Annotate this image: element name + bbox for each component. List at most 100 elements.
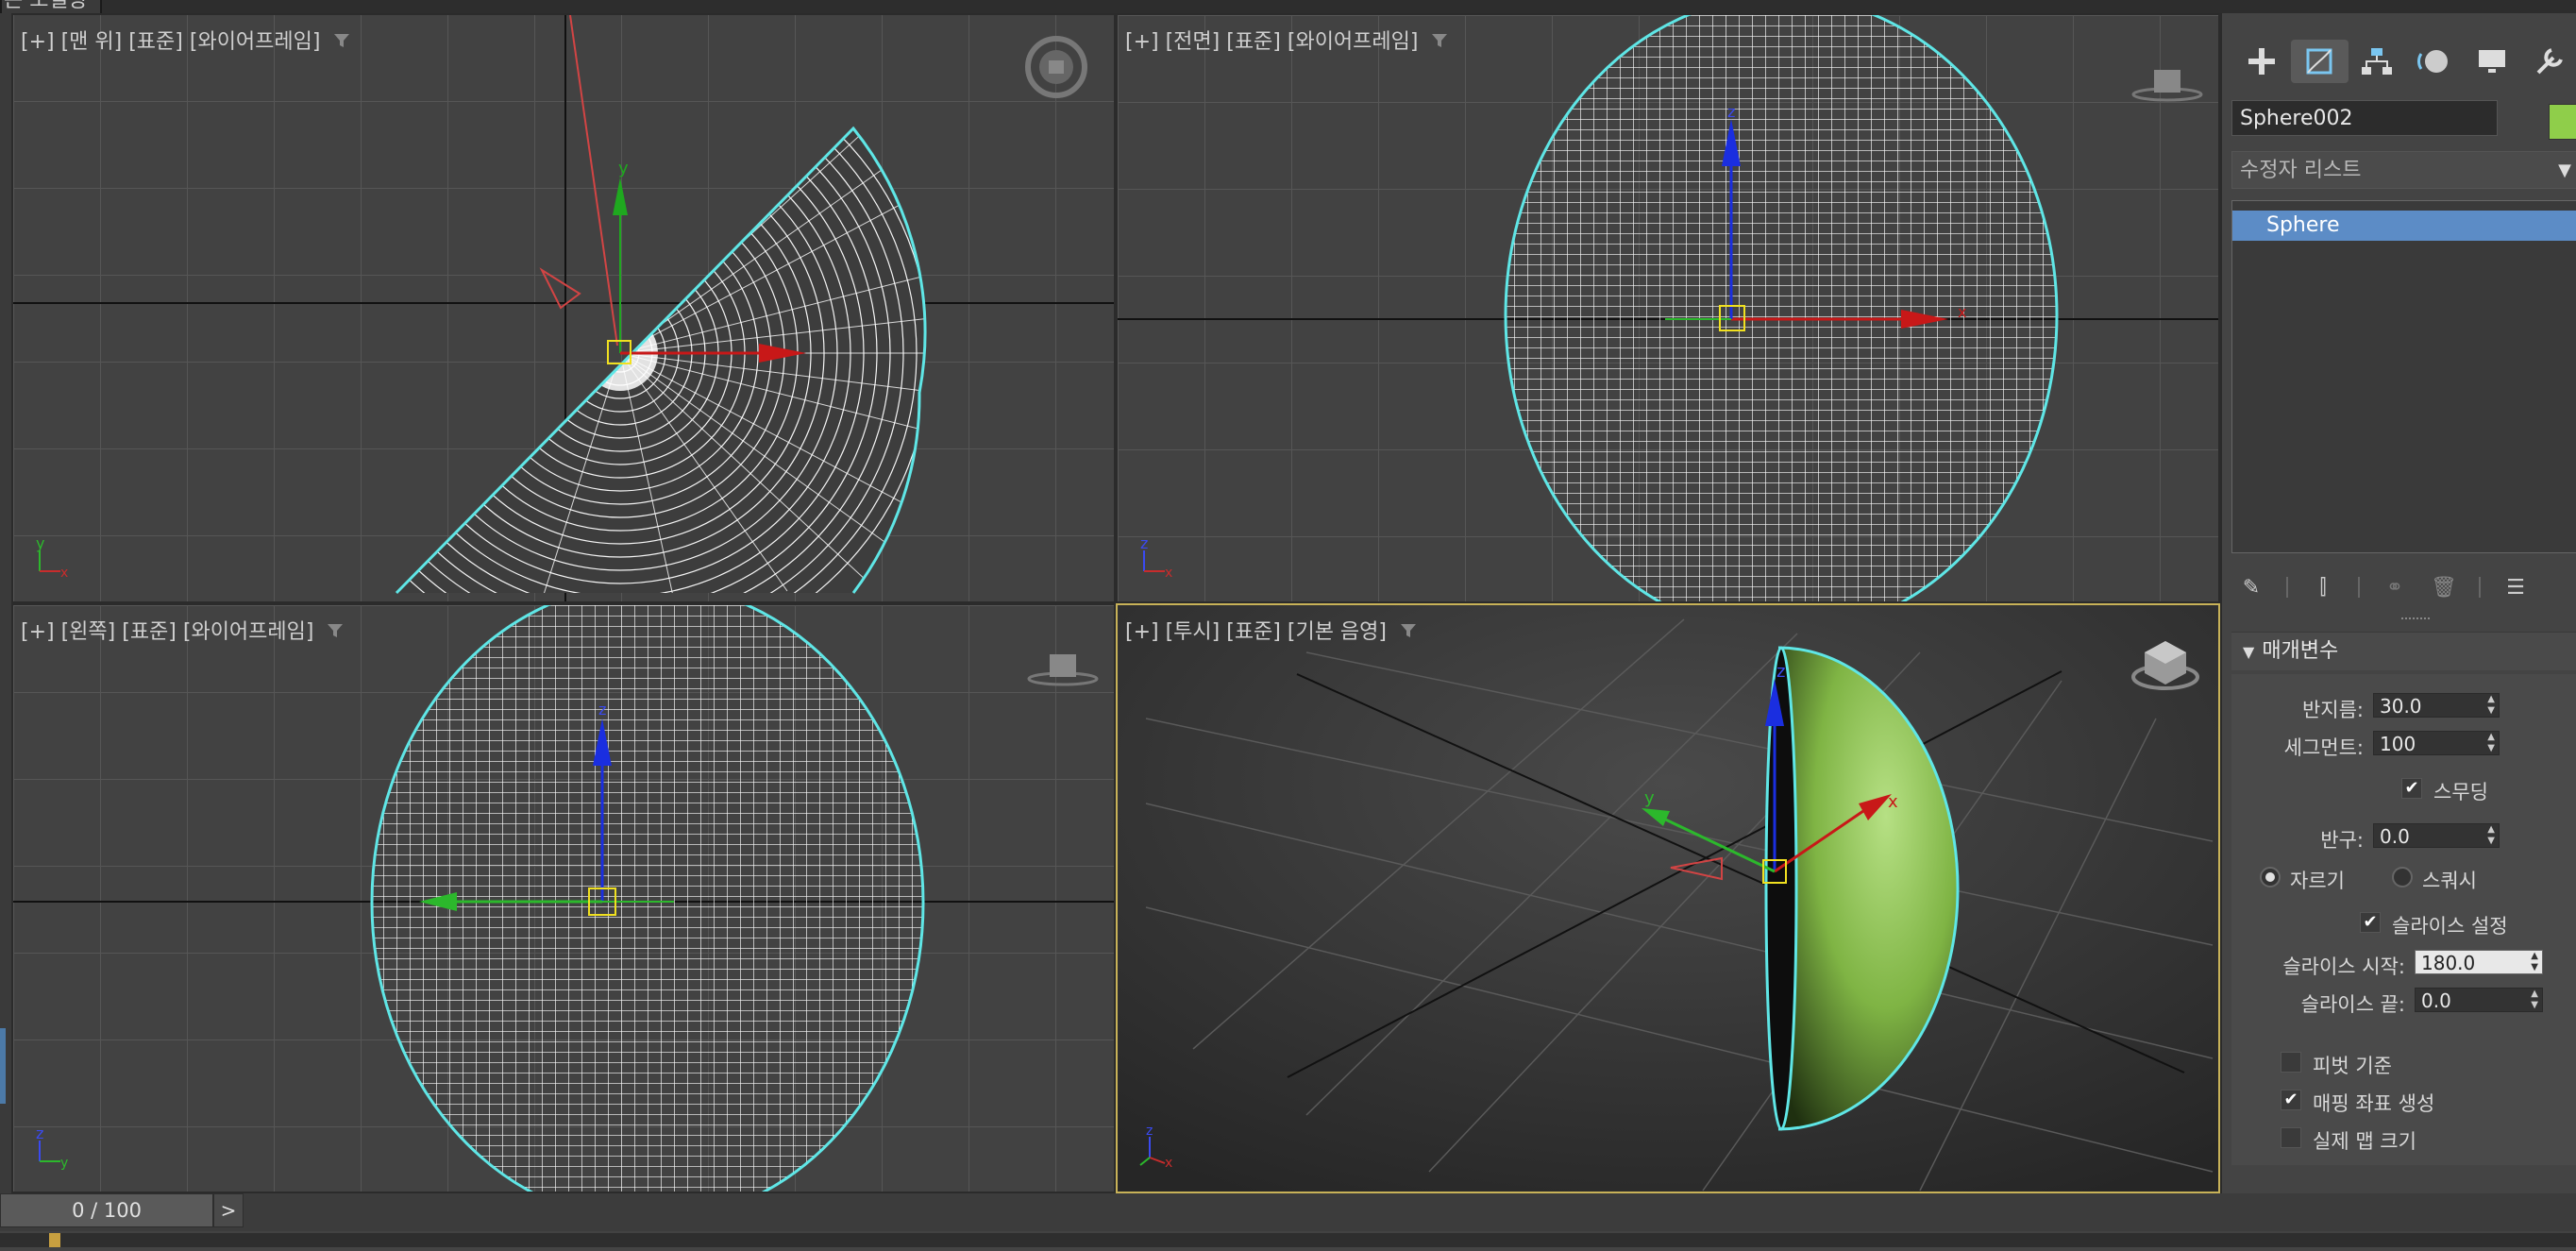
- viewport-perspective-label[interactable]: [+] [투시] [표준] [기본 음영]: [1125, 615, 1417, 645]
- create-icon[interactable]: [2233, 40, 2291, 83]
- gen-mapping-checkbox[interactable]: ✔: [2281, 1090, 2301, 1110]
- filter-icon[interactable]: [327, 621, 344, 645]
- stack-toolbar: ✎ ⫿ ⚭ 🗑 ☰: [2237, 568, 2576, 606]
- display-icon[interactable]: [2463, 40, 2520, 83]
- delete-modifier-icon[interactable]: 🗑: [2430, 571, 2458, 603]
- viewport-left-label-text: [+] [왼쪽] [표준] [와이어프레임]: [21, 620, 314, 644]
- track-bar-ticks: [0, 1231, 2576, 1247]
- real-world-label: 실제 맵 크기: [2313, 1130, 2416, 1153]
- modifier-list-label: 수정자 리스트: [2240, 159, 2362, 182]
- perspective-view-scene: x y z: [1118, 605, 2218, 1192]
- svg-text:x: x: [60, 566, 68, 581]
- viewport-top[interactable]: y [+] [맨 위] [표준] [와이어프레임] yx: [11, 13, 1116, 603]
- viewcube-icon[interactable]: [1025, 643, 1101, 694]
- svg-text:y: y: [36, 534, 44, 552]
- spinner-arrows-icon[interactable]: ▲ ▼: [2531, 951, 2538, 973]
- squash-radio[interactable]: [2392, 867, 2413, 888]
- collapse-triangle-icon: ▼: [2243, 643, 2255, 661]
- parameters-rollout: 반지름: 30.0 ▲ ▼ 세그먼트: 100 ▲ ▼ ✔ 스무딩 반구: 0.0 ▲ ▼ …: [2231, 674, 2576, 1165]
- viewport-perspective[interactable]: x y z [+] [투시] [표준] [기본 음영] zx: [1116, 603, 2220, 1193]
- viewport-front[interactable]: x z [+] [전면] [표준] [와이어프레임] z x: [1116, 13, 2220, 603]
- object-name-field[interactable]: Sphere002: [2231, 100, 2498, 136]
- svg-text:y: y: [1644, 788, 1655, 808]
- axis-tripod-top: yx: [32, 533, 79, 584]
- time-slider[interactable]: 0 / 100: [0, 1193, 213, 1227]
- left-view-scene: z: [13, 605, 1114, 1192]
- base-pivot-label: 피벗 기준: [2313, 1055, 2392, 1077]
- viewport-left[interactable]: z [+] [왼쪽] [표준] [와이어프레임] zy: [11, 603, 1116, 1193]
- toolbar-separator: [2286, 577, 2288, 598]
- axis-label-y: y: [618, 159, 629, 178]
- modifier-list-dropdown[interactable]: 수정자 리스트 ▼: [2231, 151, 2576, 189]
- squash-label: 스쿼시: [2422, 870, 2477, 892]
- configure-sets-icon[interactable]: ☰: [2501, 571, 2530, 603]
- viewport-front-label-text: [+] [전면] [표준] [와이어프레임]: [1125, 30, 1419, 54]
- filter-icon[interactable]: [1400, 621, 1417, 645]
- spinner-arrows-icon[interactable]: ▲ ▼: [2487, 824, 2495, 847]
- svg-text:x: x: [1165, 566, 1172, 581]
- svg-text:x: x: [1165, 1156, 1172, 1171]
- radius-value: 30.0: [2380, 695, 2422, 718]
- segments-label: 세그먼트:: [2283, 736, 2364, 759]
- segments-value: 100: [2380, 733, 2416, 755]
- spinner-arrows-icon[interactable]: ▲ ▼: [2487, 694, 2495, 717]
- rollout-grip[interactable]: [2401, 617, 2430, 625]
- radius-spinner[interactable]: 30.0 ▲ ▼: [2373, 693, 2500, 718]
- stack-item-sphere[interactable]: Sphere: [2232, 211, 2576, 241]
- viewcube-icon[interactable]: [2128, 632, 2203, 702]
- command-panel: Sphere002 수정자 리스트 ▼ Sphere ✎ ⫿ ⚭ 🗑 ☰ ▼ 매개변…: [2220, 13, 2576, 1193]
- viewport-top-label-text: [+] [맨 위] [표준] [와이어프레임]: [21, 30, 321, 54]
- front-view-scene: x z: [1118, 15, 2218, 601]
- top-view-scene: y: [13, 15, 1114, 601]
- slice-from-spinner[interactable]: 180.0 ▲ ▼: [2415, 950, 2543, 974]
- axis-tripod-left: zy: [32, 1124, 79, 1175]
- axis-tripod-perspective: zx: [1136, 1124, 1184, 1175]
- hemisphere-spinner[interactable]: 0.0 ▲ ▼: [2373, 823, 2500, 848]
- make-unique-icon[interactable]: ⚭: [2381, 571, 2409, 603]
- viewport-front-label[interactable]: [+] [전면] [표준] [와이어프레임]: [1125, 25, 1448, 55]
- filter-icon[interactable]: [1431, 31, 1448, 55]
- spinner-arrows-icon[interactable]: ▲ ▼: [2531, 989, 2538, 1011]
- pin-stack-icon[interactable]: ✎: [2237, 571, 2265, 603]
- toolbar-separator: [2358, 577, 2360, 598]
- parameters-title: 매개변수: [2262, 639, 2339, 663]
- base-pivot-checkbox[interactable]: [2281, 1052, 2301, 1073]
- viewport-top-label[interactable]: [+] [맨 위] [표준] [와이어프레임]: [21, 25, 350, 55]
- svg-text:z: z: [598, 701, 606, 718]
- axis-label-x: x: [1958, 303, 1966, 321]
- modify-icon[interactable]: [2290, 40, 2349, 83]
- motion-icon[interactable]: [2405, 40, 2463, 83]
- utilities-icon[interactable]: [2520, 40, 2576, 83]
- svg-text:y: y: [60, 1156, 68, 1171]
- svg-text:z: z: [1146, 1124, 1153, 1139]
- svg-text:z: z: [1776, 662, 1785, 682]
- gen-mapping-label: 매핑 좌표 생성: [2313, 1092, 2435, 1115]
- viewport-left-label[interactable]: [+] [왼쪽] [표준] [와이어프레임]: [21, 615, 344, 645]
- slice-on-checkbox[interactable]: ✔: [2360, 912, 2381, 933]
- show-end-result-icon[interactable]: ⫿: [2309, 571, 2337, 603]
- object-color-swatch[interactable]: [2549, 104, 2576, 140]
- track-bar[interactable]: [0, 1231, 2576, 1247]
- steering-wheel-icon[interactable]: [1023, 34, 1089, 104]
- segments-spinner[interactable]: 100 ▲ ▼: [2373, 731, 2500, 755]
- command-panel-tabs: [2233, 40, 2576, 83]
- chop-radio[interactable]: [2260, 867, 2281, 888]
- svg-text:x: x: [1888, 792, 1898, 812]
- svg-text:z: z: [36, 1124, 43, 1142]
- spinner-arrows-icon[interactable]: ▲ ▼: [2487, 732, 2495, 754]
- smooth-checkbox[interactable]: ✔: [2401, 778, 2422, 799]
- chop-label: 자르기: [2290, 870, 2345, 892]
- parameters-rollout-header[interactable]: ▼ 매개변수: [2231, 632, 2576, 670]
- filter-icon[interactable]: [333, 31, 350, 55]
- svg-text:z: z: [1140, 534, 1148, 552]
- modifier-stack: Sphere: [2231, 200, 2576, 553]
- viewport-persp-label-text: [+] [투시] [표준] [기본 음영]: [1125, 620, 1387, 644]
- slice-to-label: 슬라이스 끝:: [2300, 993, 2405, 1016]
- next-frame-button[interactable]: >: [213, 1193, 244, 1227]
- hierarchy-icon[interactable]: [2349, 40, 2406, 83]
- viewcube-icon[interactable]: [2130, 59, 2205, 110]
- axis-label-z: z: [1727, 103, 1735, 121]
- hemisphere-value: 0.0: [2380, 825, 2410, 848]
- real-world-checkbox[interactable]: [2281, 1127, 2301, 1148]
- slice-to-spinner[interactable]: 0.0 ▲ ▼: [2415, 988, 2543, 1012]
